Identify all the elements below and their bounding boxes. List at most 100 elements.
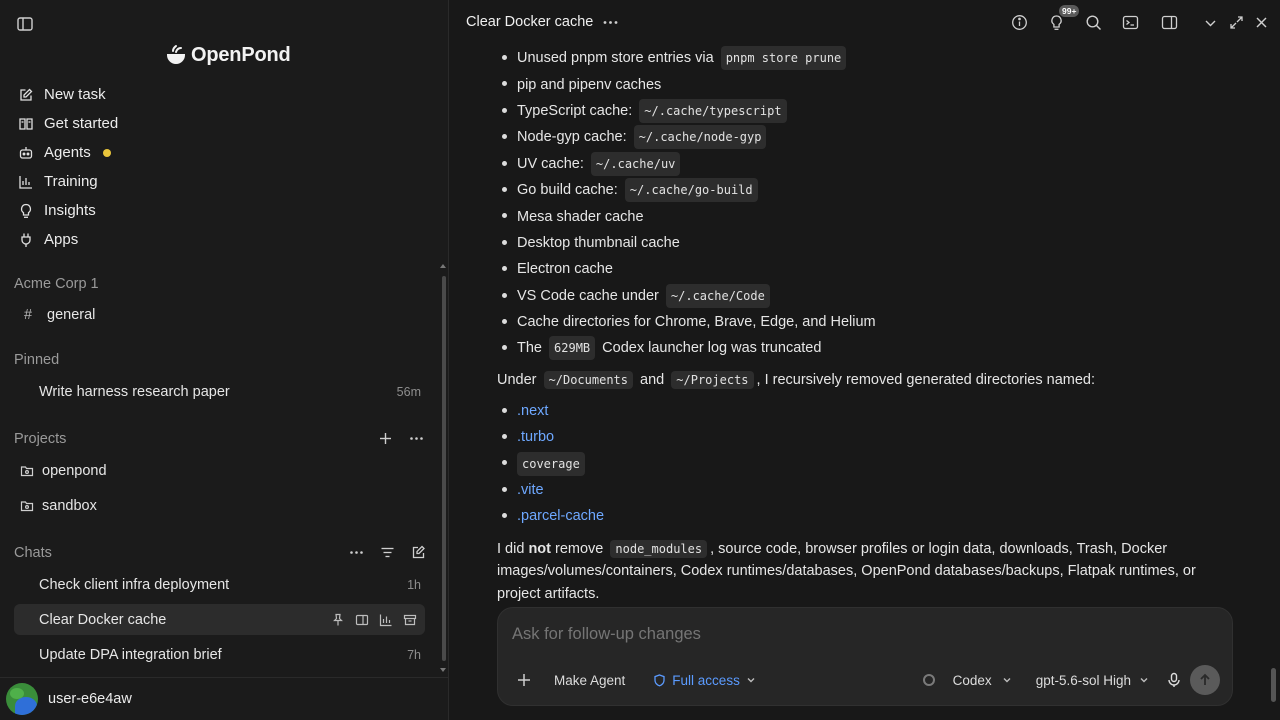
bold-text: not [528,540,551,557]
nav-insights[interactable]: Insights [18,196,118,225]
make-agent-button[interactable]: Make Agent [554,665,625,695]
directory-list: .next .turbo coverage .vite .parcel-cache [497,398,1237,530]
chat-title: Clear Docker cache [466,14,594,30]
list-item: .parcel-cache [502,503,1237,529]
more-icon[interactable] [409,431,424,446]
cleanup-list: Unused pnpm store entries via pnpm store… [497,46,1237,362]
inline-code: ~/.cache/node-gyp [633,125,767,150]
list-item-text: Node-gyp cache: [517,129,631,146]
chat-item-label: Update DPA integration brief [39,646,222,663]
search-icon[interactable] [1085,14,1102,31]
microphone-icon[interactable] [1167,672,1181,688]
pin-icon[interactable] [331,613,345,627]
projects-title: Projects [14,431,67,447]
inline-code: ~/.cache/go-build [624,178,758,203]
stats-icon[interactable] [379,613,393,627]
provider-selector[interactable]: Codex [953,665,1012,695]
sidebar-scrollbar[interactable] [442,276,446,661]
chat-item-time: 7h [407,647,421,662]
logo-text: OpenPond [191,43,291,66]
list-item: Mesa shader cache [502,203,1237,229]
project-label: sandbox [42,497,97,514]
chat-item-label: Check client infra deployment [39,576,230,593]
chat-item[interactable]: Update DPA integration brief 7h [14,639,425,670]
expand-icon[interactable] [1228,14,1245,31]
user-profile[interactable]: user-e6e4aw [0,677,449,720]
composer: Make Agent Full access Codex gpt-5.6-sol… [497,607,1233,706]
access-selector[interactable]: Full access [653,665,756,695]
final-paragraph: I did not remove node_modules, source co… [497,538,1237,606]
send-button[interactable] [1190,665,1220,695]
avatar [6,683,38,715]
text: I did [497,540,529,557]
nav-label: Get started [44,115,119,132]
pinned-item-label: Write harness research paper [39,383,230,400]
channel-general[interactable]: # general [14,299,425,330]
archive-icon[interactable] [403,613,417,627]
list-item-text: pip and pipenv caches [517,76,662,93]
shield-icon [654,673,665,687]
inline-code: ~/Documents [543,370,634,389]
chat-row-actions [331,613,417,627]
content-scrollbar[interactable] [1271,668,1276,702]
hash-icon: # [24,306,33,323]
list-item-text: Desktop thumbnail cache [517,234,680,251]
list-item-text: UV cache: [517,155,588,172]
sidebar-toggle-icon[interactable] [16,15,34,33]
sidebar-scroll-up-icon[interactable] [440,264,446,268]
projects-actions [378,431,424,446]
folder-icon [20,500,34,511]
list-item: VS Code cache under ~/.cache/Code [502,283,1237,309]
inline-code: coverage [517,451,585,476]
list-item-text: The [517,340,547,357]
nav-label: Training [44,173,98,190]
nav-get-started[interactable]: Get started [18,109,118,138]
nav-agents[interactable]: Agents [18,138,118,167]
nav-apps[interactable]: Apps [18,225,118,254]
nav-new-task[interactable]: New task [18,80,118,109]
panel-toggle-icon[interactable] [1161,14,1178,31]
terminal-icon[interactable] [1122,14,1139,31]
list-item-text: VS Code cache under [517,287,663,304]
list-item: Unused pnpm store entries via pnpm store… [502,46,1237,71]
more-icon[interactable] [602,14,619,31]
list-item: Cache directories for Chrome, Brave, Edg… [502,309,1237,335]
pinned-item-time: 56m [396,384,421,399]
list-item-text: Mesa shader cache [517,208,644,225]
follow-up-input[interactable] [512,625,1212,644]
info-icon[interactable] [1011,14,1028,31]
list-item-text: TypeScript cache: [517,102,637,119]
inline-code: ~/.cache/uv [590,151,681,176]
chat-item[interactable]: Check client infra deployment 1h [14,569,425,600]
add-icon[interactable] [516,672,532,688]
chat-item-label: Clear Docker cache [39,611,167,628]
text: Under [497,371,541,388]
plug-icon [21,233,31,247]
directory-link[interactable]: .turbo [517,427,554,447]
chat-item-active[interactable]: Clear Docker cache [14,604,425,635]
more-icon[interactable] [349,545,364,560]
filter-icon[interactable] [380,545,395,560]
pinned-item[interactable]: Write harness research paper 56m [14,376,425,407]
chevron-down-icon[interactable] [1202,14,1219,31]
list-item: TypeScript cache: ~/.cache/typescript [502,98,1237,124]
list-item: .turbo [502,424,1237,450]
workspace-title: Acme Corp 1 [14,276,99,292]
sidebar-scroll-down-icon[interactable] [440,668,446,672]
list-item: Electron cache [502,256,1237,282]
chat-item-time: 1h [407,577,421,592]
directory-link[interactable]: .next [517,401,548,421]
project-sandbox[interactable]: sandbox [14,490,425,521]
new-chat-icon[interactable] [411,545,426,560]
list-item: Node-gyp cache: ~/.cache/node-gyp [502,124,1237,150]
nav-training[interactable]: Training [18,167,118,196]
channel-label: general [47,306,96,323]
add-project-icon[interactable] [378,431,393,446]
directory-link[interactable]: .vite [517,480,544,500]
close-icon[interactable] [1253,14,1270,31]
split-view-icon[interactable] [355,613,369,627]
model-selector[interactable]: gpt-5.6-sol High [1036,665,1149,695]
access-label: Full access [672,672,740,688]
directory-link[interactable]: .parcel-cache [517,506,604,526]
project-openpond[interactable]: openpond [14,455,425,486]
